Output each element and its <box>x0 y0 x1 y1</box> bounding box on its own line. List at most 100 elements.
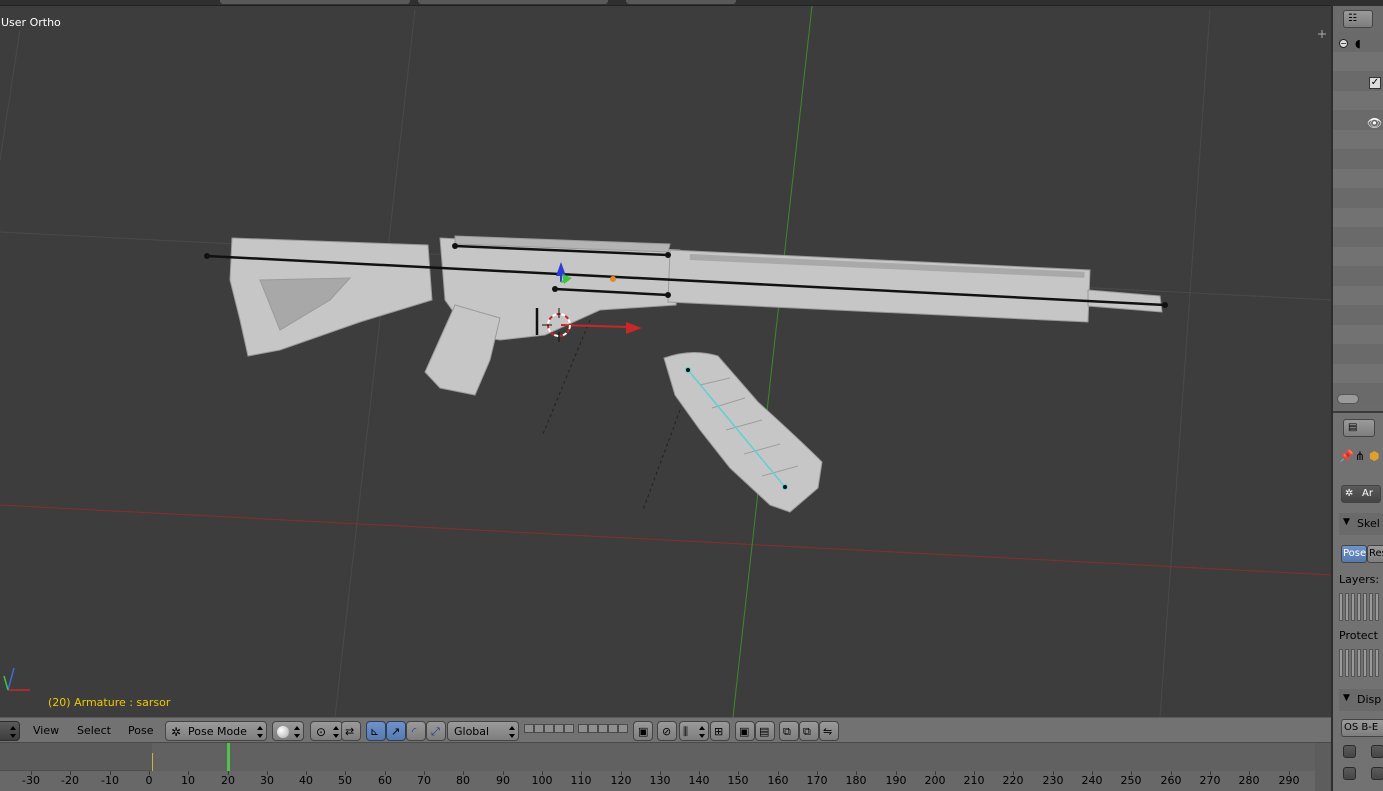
viewport-scene[interactable] <box>0 6 1331 717</box>
menu-select[interactable]: Select <box>75 721 113 741</box>
pose-position-button[interactable]: Pose <box>1341 545 1367 563</box>
outliner-row[interactable] <box>1333 305 1383 325</box>
outliner-row[interactable] <box>1333 227 1383 247</box>
skeleton-panel-header[interactable]: ▼ Skel <box>1339 513 1383 535</box>
rotate-manipulator-button[interactable]: ◜ <box>406 721 426 741</box>
outliner-item-icon[interactable]: ◖ <box>1355 37 1361 50</box>
menu-view[interactable]: View <box>31 721 61 741</box>
scale-manipulator-button[interactable]: ⤢ <box>426 721 446 741</box>
outliner-row[interactable] <box>1333 168 1383 189</box>
display-type-buttons[interactable]: OS B-E <box>1341 719 1383 737</box>
layer-cell[interactable] <box>1345 649 1349 677</box>
layers-label: Layers: <box>1339 573 1380 586</box>
camera-icon: ▣ <box>739 725 750 738</box>
layer-cell[interactable] <box>1375 593 1379 621</box>
outliner-row[interactable] <box>1333 285 1383 306</box>
display-checkbox[interactable] <box>1371 767 1383 780</box>
snap-element-selector[interactable]: ⫼ <box>679 721 709 741</box>
render-animation-button[interactable]: ▤ <box>755 721 775 741</box>
layer-cell[interactable] <box>1357 649 1361 677</box>
layer-cell[interactable] <box>1363 593 1367 621</box>
layer-cell[interactable] <box>1369 649 1373 677</box>
timeline-tick-mark <box>1210 771 1211 775</box>
menu-pose[interactable]: Pose <box>126 721 155 741</box>
paste-flipped-pose-button[interactable]: ⇋ <box>819 721 839 741</box>
timeline-tick-mark <box>1053 771 1054 775</box>
outliner[interactable]: ☷ − ◖ ✓ 👁 <box>1333 6 1383 411</box>
eye-icon[interactable]: 👁 <box>1367 116 1382 130</box>
outliner-row[interactable] <box>1333 90 1383 111</box>
timeline-tick-mark <box>660 771 661 775</box>
outliner-row[interactable] <box>1333 188 1383 208</box>
copy-pose-button[interactable]: ⧉ <box>779 721 799 741</box>
outliner-row[interactable] <box>1333 266 1383 286</box>
viewport-shading-selector[interactable] <box>272 721 304 741</box>
panel-expand-icon: ▼ <box>1343 517 1350 527</box>
pivot-point-selector[interactable]: ⊙ <box>310 721 343 741</box>
checkbox-icon[interactable]: ✓ <box>1369 77 1381 89</box>
armature-datablock-field[interactable]: ✲ Ar <box>1341 485 1381 503</box>
paste-pose-button[interactable]: ⧉ <box>799 721 819 741</box>
layer-cell[interactable] <box>1363 649 1367 677</box>
proportional-editing-button[interactable]: ⊘ <box>657 721 677 741</box>
layer-cell[interactable] <box>1357 593 1361 621</box>
outliner-row[interactable] <box>1333 129 1383 150</box>
timeline-ruler[interactable]: -30 -20 -10 0 10 20 30 40 50 60 70 80 90 100 110 120 130… <box>0 771 1315 791</box>
lock-layers-button[interactable]: ▣ <box>633 721 653 741</box>
scene-layers-row2[interactable] <box>578 724 628 738</box>
3d-viewport[interactable]: User Ortho (20) Armature : sarsor <box>0 6 1331 717</box>
layer-cell[interactable] <box>1339 593 1343 621</box>
outliner-row[interactable] <box>1333 149 1383 169</box>
timeline-tick-label: 290 <box>1278 774 1300 787</box>
render-button[interactable]: ▣ <box>735 721 755 741</box>
timeline-tick-label: 30 <box>260 774 274 787</box>
object-cube-icon[interactable]: ⬢ <box>1369 449 1379 463</box>
current-frame-indicator[interactable] <box>227 743 230 771</box>
layer-cell[interactable] <box>1375 649 1379 677</box>
layer-cell[interactable] <box>1369 593 1373 621</box>
layer-cell[interactable] <box>1351 649 1355 677</box>
scene-layers-row1[interactable] <box>524 724 574 738</box>
outliner-row[interactable] <box>1333 246 1383 267</box>
display-checkbox[interactable] <box>1343 745 1356 758</box>
translate-manipulator-button[interactable]: ↗ <box>386 721 406 741</box>
bone-layers-grid[interactable] <box>1339 593 1379 623</box>
timeline-tick-label: -20 <box>61 774 79 787</box>
properties-editor-type-button[interactable]: ▤ <box>1343 419 1375 437</box>
manipulator-toggle-button[interactable]: ⊾ <box>366 721 386 741</box>
top-strip-segment[interactable] <box>626 0 736 4</box>
timeline-tick-label: 160 <box>767 774 789 787</box>
display-checkbox[interactable] <box>1343 767 1356 780</box>
outliner-row[interactable] <box>1333 363 1383 384</box>
outliner-row[interactable] <box>1333 207 1383 228</box>
outliner-display-mode-button[interactable]: ☷ <box>1343 10 1373 28</box>
timeline-tick-label: 60 <box>378 774 392 787</box>
mode-selector[interactable]: ✲ Pose Mode <box>165 721 267 741</box>
layer-cell[interactable] <box>1345 593 1349 621</box>
layer-cell[interactable] <box>1351 593 1355 621</box>
display-checkbox[interactable] <box>1371 745 1383 758</box>
outliner-scrollbar[interactable] <box>1337 394 1359 404</box>
top-strip-segment[interactable] <box>418 0 608 4</box>
orientation-selector[interactable]: Global <box>447 721 519 741</box>
outliner-row[interactable] <box>1333 324 1383 345</box>
editor-type-button[interactable] <box>0 721 20 741</box>
viewport-status: (20) Armature : sarsor <box>48 696 170 709</box>
protected-layers-grid[interactable] <box>1339 649 1379 679</box>
origins-icon: ⇄ <box>345 725 355 738</box>
top-strip-segment[interactable] <box>220 0 410 4</box>
rest-position-button[interactable]: Res <box>1367 545 1383 563</box>
layer-cell[interactable] <box>1339 649 1343 677</box>
snap-target-button[interactable]: ⊞ <box>710 721 730 741</box>
pin-icon[interactable]: 📌 <box>1339 449 1354 463</box>
timeline[interactable]: -30 -20 -10 0 10 20 30 40 50 60 70 80 90 100 110 120 130… <box>0 743 1331 791</box>
object-data-icon[interactable]: ⋔ <box>1355 449 1365 463</box>
outliner-row[interactable] <box>1333 51 1383 72</box>
only-origins-button[interactable]: ⇄ <box>341 721 361 741</box>
timeline-tick-mark <box>935 771 936 775</box>
outliner-row[interactable] <box>1333 344 1383 364</box>
display-panel-header[interactable]: ▼ Disp <box>1339 689 1383 711</box>
properties-editor[interactable]: ▤ 📌 ⋔ ⬢ ✲ Ar ▼ Skel Pose Res Layers: Pro… <box>1333 411 1383 791</box>
y-axis-line <box>732 6 813 717</box>
collapse-icon[interactable]: − <box>1339 39 1348 48</box>
